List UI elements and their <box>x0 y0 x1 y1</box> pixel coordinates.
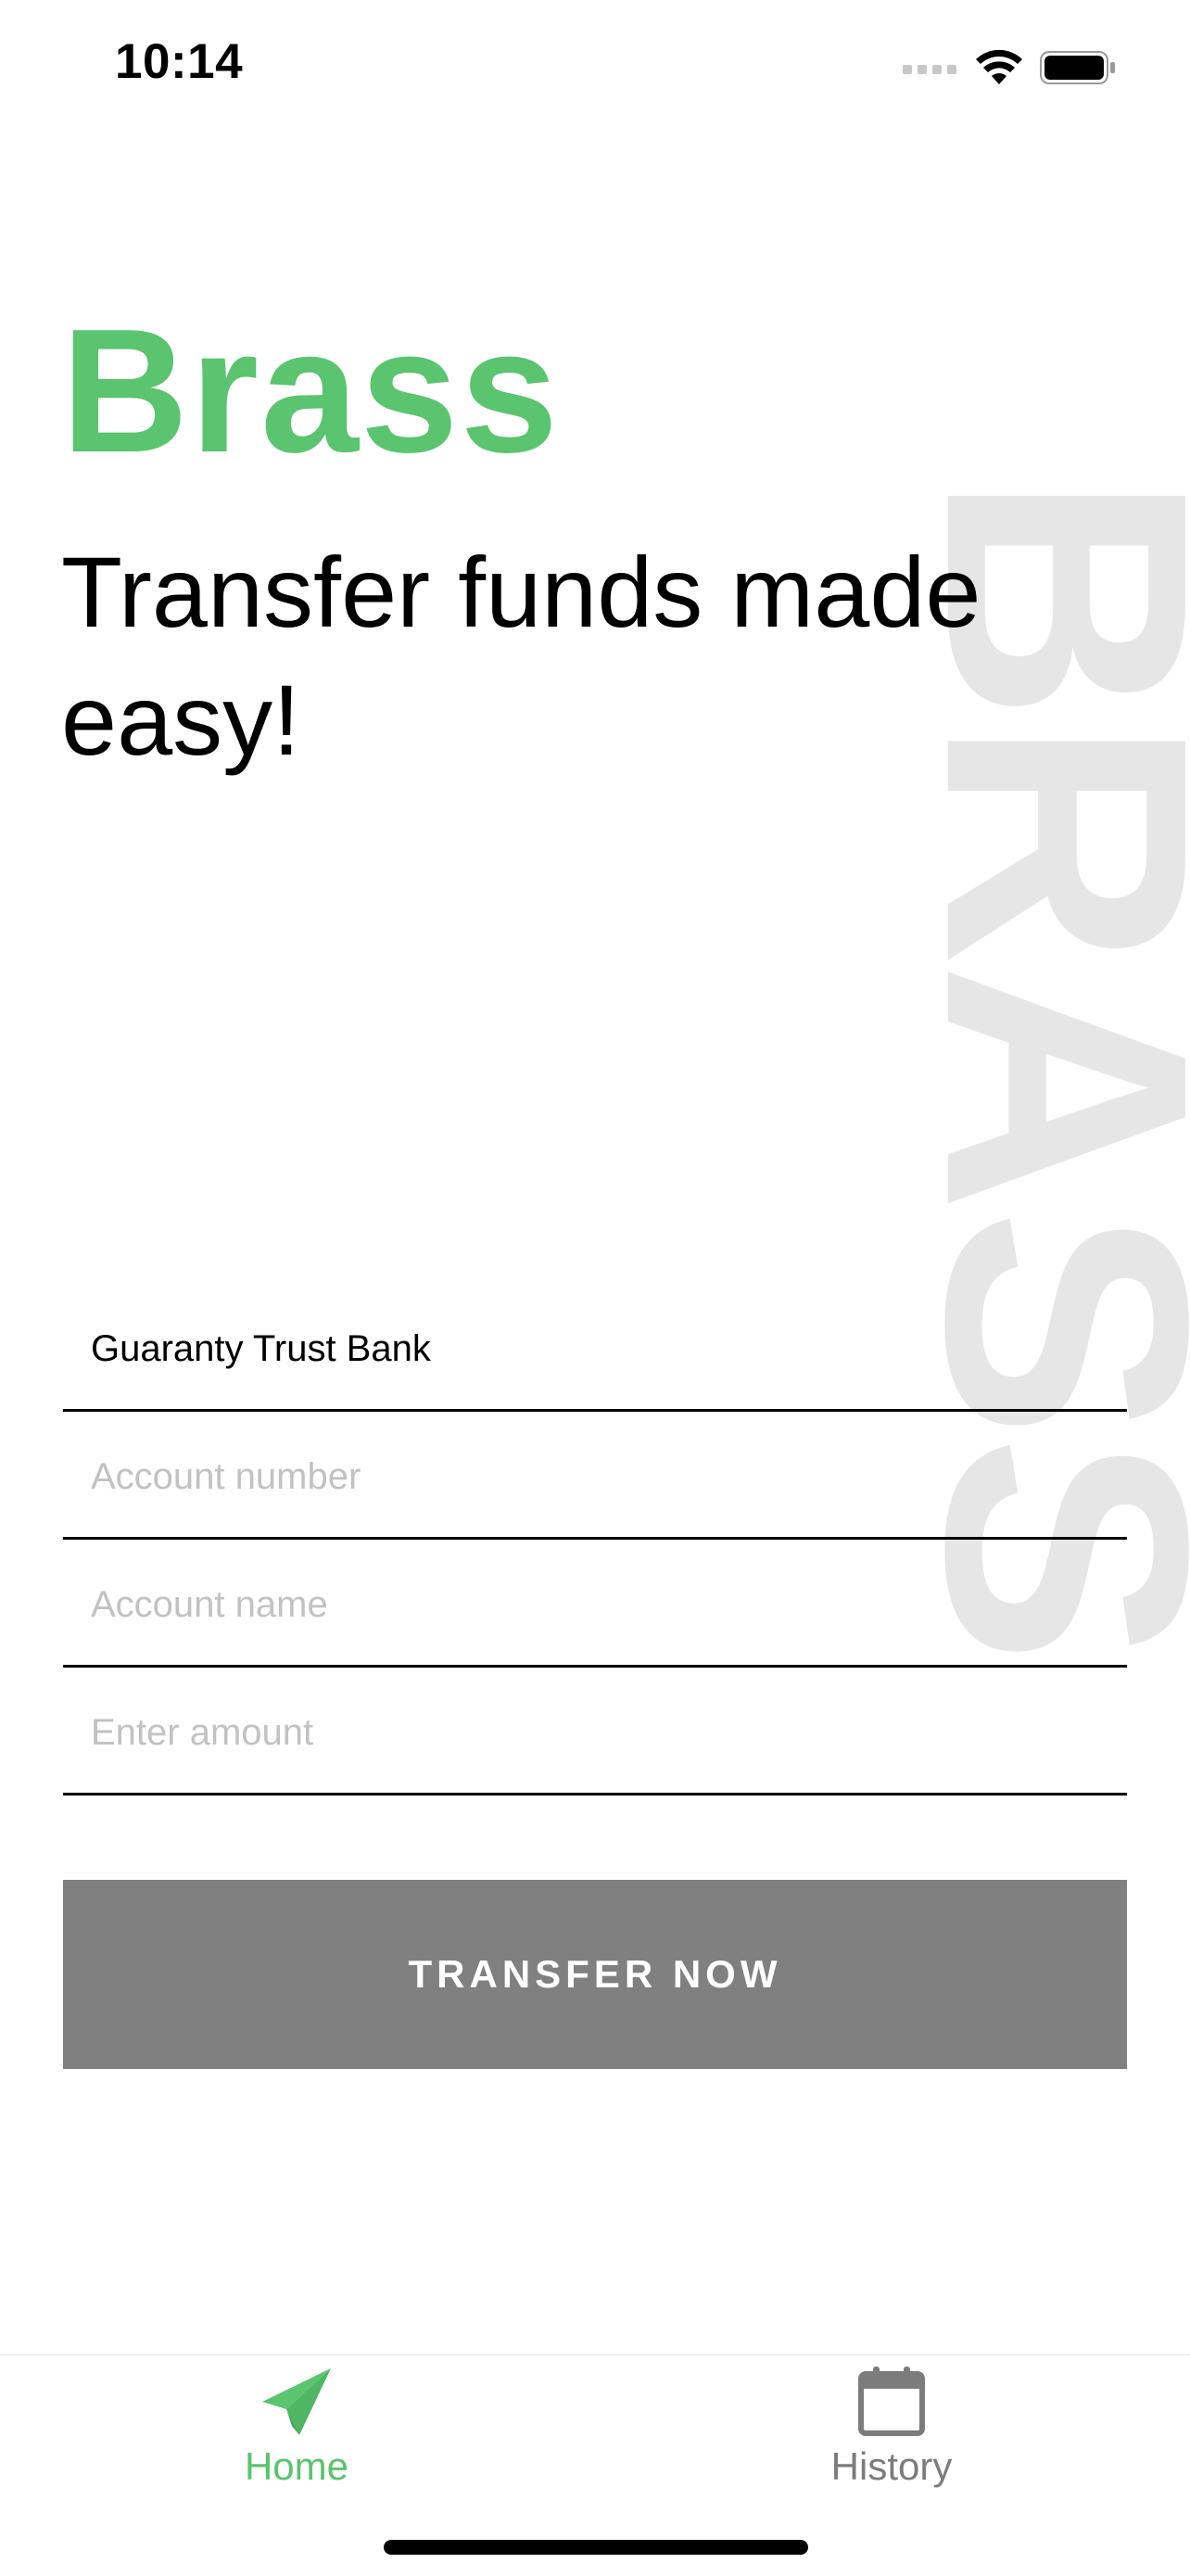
paper-plane-icon <box>262 2368 331 2435</box>
account-number-field[interactable] <box>63 1412 1127 1540</box>
status-icons <box>903 44 1116 91</box>
status-bar: 10:14 <box>0 0 1190 139</box>
transfer-now-button[interactable]: TRANSFER NOW <box>63 1880 1127 2069</box>
tab-history-label: History <box>830 2444 953 2488</box>
tab-home[interactable]: Home <box>158 2355 436 2494</box>
transfer-form <box>63 1284 1127 1796</box>
battery-icon <box>1040 51 1115 84</box>
bank-input[interactable] <box>91 1319 1099 1378</box>
tab-history[interactable]: History <box>753 2355 1031 2494</box>
status-time: 10:14 <box>115 34 244 89</box>
amount-field[interactable] <box>63 1668 1127 1796</box>
home-indicator <box>384 2540 808 2555</box>
bank-field[interactable] <box>63 1284 1127 1412</box>
wifi-icon <box>976 49 1022 84</box>
account-name-field[interactable] <box>63 1540 1127 1668</box>
account-name-input[interactable] <box>91 1575 1099 1634</box>
cellular-signal-icon <box>903 65 956 74</box>
tagline: Transfer funds made easy! <box>61 536 981 776</box>
tab-home-label: Home <box>244 2444 349 2488</box>
brand-title: Brass <box>61 293 561 489</box>
account-number-input[interactable] <box>91 1447 1099 1506</box>
amount-input[interactable] <box>91 1703 1099 1762</box>
calendar-icon <box>858 2367 925 2436</box>
